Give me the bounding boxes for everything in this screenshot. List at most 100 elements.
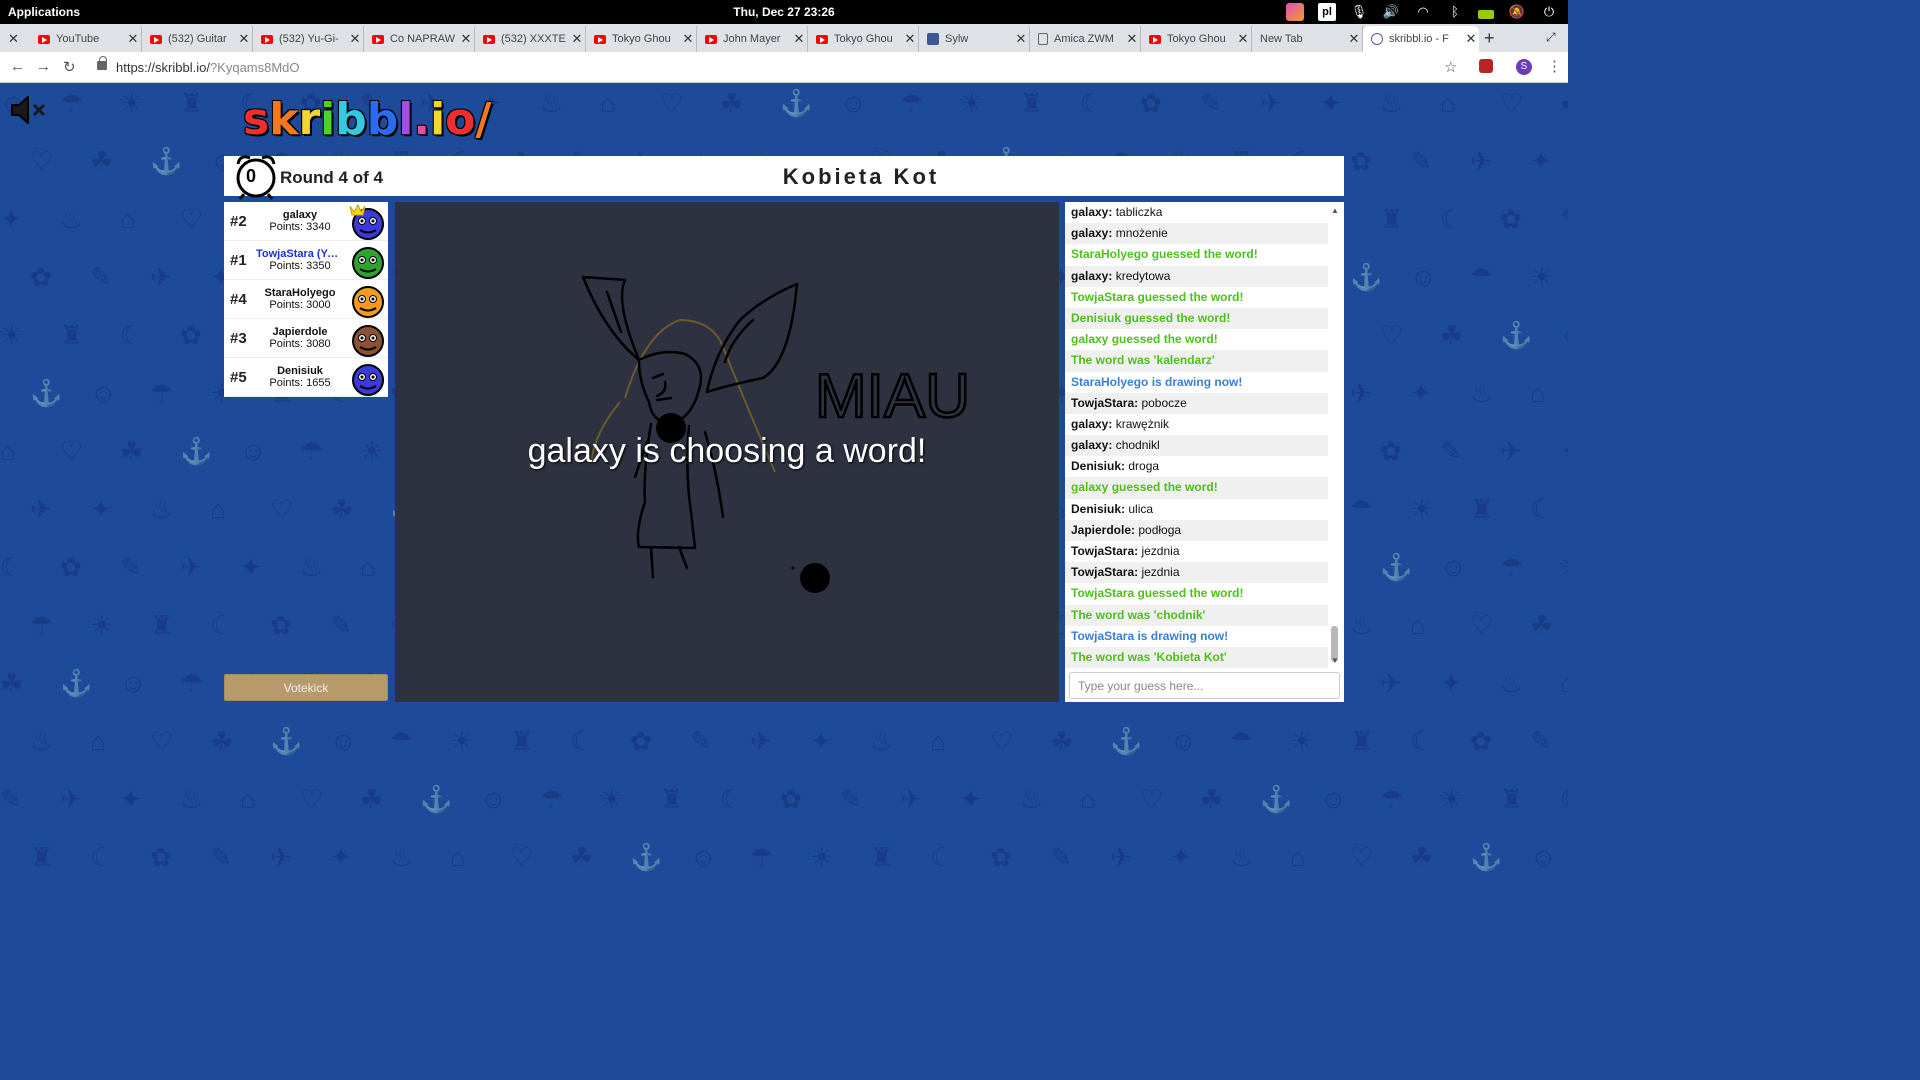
close-tab-icon[interactable]: ✕ bbox=[1124, 31, 1140, 47]
background-doodle: ♜ bbox=[1350, 726, 1374, 756]
browser-tab[interactable]: Tokyo Ghou ✕ bbox=[1141, 26, 1252, 52]
browser-tab[interactable]: Tokyo Ghou ✕ bbox=[586, 26, 697, 52]
player-avatar bbox=[352, 325, 384, 357]
background-doodle: ✦ bbox=[1560, 436, 1568, 467]
browser-tab[interactable]: John Mayer ✕ bbox=[697, 26, 808, 52]
background-doodle: ☂ bbox=[30, 610, 54, 640]
scroll-up-icon[interactable]: ▲ bbox=[1331, 206, 1339, 215]
close-tab-icon[interactable]: ✕ bbox=[1235, 31, 1251, 47]
back-icon[interactable]: ← bbox=[10, 58, 25, 75]
background-doodle: ♡ bbox=[180, 204, 204, 234]
background-doodle: ☘ bbox=[90, 146, 114, 176]
background-doodle: ✦ bbox=[1530, 146, 1552, 176]
browser-tab[interactable]: (532) XXXTE ✕ bbox=[475, 26, 586, 52]
close-tab-icon[interactable]: ✕ bbox=[1346, 31, 1362, 47]
background-doodle: ☺ bbox=[480, 784, 507, 814]
chat-text: StaraHolyego is drawing now! bbox=[1071, 374, 1243, 389]
player-rank: #1 bbox=[230, 252, 247, 269]
address-bar[interactable]: https://skribbl.io/?Kyqams8MdO bbox=[116, 60, 300, 75]
extension-icon[interactable] bbox=[1479, 59, 1493, 73]
background-doodle: ☾ bbox=[1560, 784, 1568, 815]
lock-icon[interactable] bbox=[97, 56, 107, 70]
drawing-canvas[interactable]: MIAU galaxy is choosing a word! bbox=[395, 202, 1059, 702]
tab-search-icon[interactable]: ⤢ bbox=[1546, 30, 1556, 45]
background-doodle: ✎ bbox=[690, 726, 712, 756]
close-tab-icon[interactable]: ✕ bbox=[791, 31, 807, 47]
background-doodle: ☺ bbox=[90, 378, 117, 408]
forward-icon[interactable]: → bbox=[36, 58, 51, 75]
background-doodle: ☀ bbox=[1410, 494, 1434, 524]
background-doodle: ☘ bbox=[1200, 784, 1224, 814]
background-doodle: ⚓ bbox=[1380, 552, 1413, 582]
chat-text: jezdnia bbox=[1138, 544, 1180, 558]
microphone-icon[interactable]: 🎙 bbox=[1350, 3, 1368, 21]
browser-tab[interactable]: (532) Yu-Gi- ✕ bbox=[253, 26, 364, 52]
browser-tab[interactable]: Amica ZWM ✕ bbox=[1030, 26, 1141, 52]
background-doodle: ⚓ bbox=[780, 88, 813, 118]
scroll-down-icon[interactable]: ▼ bbox=[1331, 656, 1339, 665]
background-doodle: ⌂ bbox=[360, 552, 376, 582]
player-points: Points: 3340 bbox=[269, 221, 331, 233]
background-doodle: ✈ bbox=[750, 726, 772, 756]
skribbl-logo: skribbl.io/ bbox=[243, 94, 492, 145]
chat-message: Japierdole: podłoga bbox=[1065, 519, 1328, 541]
background-doodle: ☘ bbox=[1560, 88, 1568, 119]
background-doodle: ♨ bbox=[1470, 378, 1494, 408]
url-host: https://skribbl.io/ bbox=[116, 60, 210, 75]
volume-icon[interactable]: 🔊 bbox=[1382, 3, 1400, 21]
chat-scrollbar[interactable]: ▲ ▼ bbox=[1329, 204, 1341, 668]
browser-tab[interactable]: Tokyo Ghou ✕ bbox=[808, 26, 919, 52]
background-doodle: ☾ bbox=[0, 552, 24, 582]
browser-tab[interactable]: (532) Guitar ✕ bbox=[142, 26, 253, 52]
guess-input[interactable] bbox=[1069, 672, 1340, 699]
reload-icon[interactable]: ↻ bbox=[63, 58, 76, 76]
close-tab-icon[interactable]: ✕ bbox=[458, 31, 474, 47]
mute-icon[interactable] bbox=[10, 94, 50, 126]
player-name: Denisiuk bbox=[277, 365, 323, 377]
browser-menu-icon[interactable]: ⋮ bbox=[1547, 57, 1562, 75]
background-doodle: ✎ bbox=[330, 610, 352, 640]
close-tab-icon[interactable]: ✕ bbox=[236, 31, 252, 47]
player-row[interactable]: #5 Denisiuk Points: 1655 bbox=[224, 358, 388, 397]
close-tab-icon[interactable]: ✕ bbox=[8, 31, 19, 47]
new-tab-button[interactable]: + bbox=[1484, 28, 1495, 49]
chat-message: StaraHolyego guessed the word! bbox=[1065, 244, 1328, 265]
background-doodle: ⌂ bbox=[1530, 378, 1546, 408]
power-icon[interactable]: ⏻ bbox=[1540, 3, 1558, 21]
background-doodle: ☾ bbox=[1440, 204, 1464, 234]
keyboard-layout-indicator[interactable]: pl bbox=[1318, 3, 1336, 21]
browser-tab[interactable]: New Tab ✕ bbox=[1252, 26, 1363, 52]
wifi-icon[interactable]: ◠ bbox=[1414, 3, 1432, 21]
background-doodle: ✿ bbox=[1380, 436, 1402, 466]
close-tab-icon[interactable]: ✕ bbox=[1463, 31, 1479, 47]
chat-text: The word was 'kalendarz' bbox=[1071, 353, 1215, 368]
extension-icon[interactable] bbox=[1286, 3, 1304, 21]
bluetooth-icon[interactable]: ᛒ bbox=[1446, 3, 1464, 21]
close-tab-icon[interactable]: ✕ bbox=[680, 31, 696, 47]
profile-avatar[interactable]: S bbox=[1516, 59, 1532, 75]
battery-icon[interactable] bbox=[1478, 9, 1494, 19]
chat-messages[interactable]: galaxy: tabliczka galaxy: mnożenie StaraHo… bbox=[1065, 202, 1328, 670]
close-tab-icon[interactable]: ✕ bbox=[347, 31, 363, 47]
facebook-icon bbox=[927, 33, 939, 45]
browser-tab[interactable]: Sylw ✕ bbox=[919, 26, 1030, 52]
player-row[interactable]: #1 TowjaStara (You) Points: 3350 bbox=[224, 241, 388, 280]
background-doodle: ♡ bbox=[1470, 610, 1494, 640]
bookmark-star-icon[interactable]: ☆ bbox=[1444, 58, 1457, 76]
browser-tab[interactable]: Co NAPRAW ✕ bbox=[364, 26, 475, 52]
player-row[interactable]: #3 Japierdole Points: 3080 bbox=[224, 319, 388, 358]
chat-text: TowjaStara guessed the word! bbox=[1071, 289, 1244, 304]
player-row[interactable]: #4 StaraHolyego Points: 3000 bbox=[224, 280, 388, 319]
browser-tab[interactable]: YouTube ✕ bbox=[30, 26, 142, 52]
player-row[interactable]: #2 galaxy Points: 3340 bbox=[224, 202, 388, 241]
browser-tab[interactable]: skribbl.io - F ✕ bbox=[1363, 26, 1479, 52]
votekick-button[interactable]: Votekick bbox=[224, 674, 388, 701]
close-tab-icon[interactable]: ✕ bbox=[125, 31, 141, 47]
background-doodle: ☘ bbox=[720, 88, 744, 118]
background-doodle: ☘ bbox=[570, 842, 594, 872]
close-tab-icon[interactable]: ✕ bbox=[1013, 31, 1029, 47]
close-tab-icon[interactable]: ✕ bbox=[902, 31, 918, 47]
close-tab-icon[interactable]: ✕ bbox=[569, 31, 585, 47]
notifications-off-icon[interactable]: 🔕 bbox=[1508, 3, 1526, 21]
background-doodle: ☘ bbox=[1410, 842, 1434, 872]
